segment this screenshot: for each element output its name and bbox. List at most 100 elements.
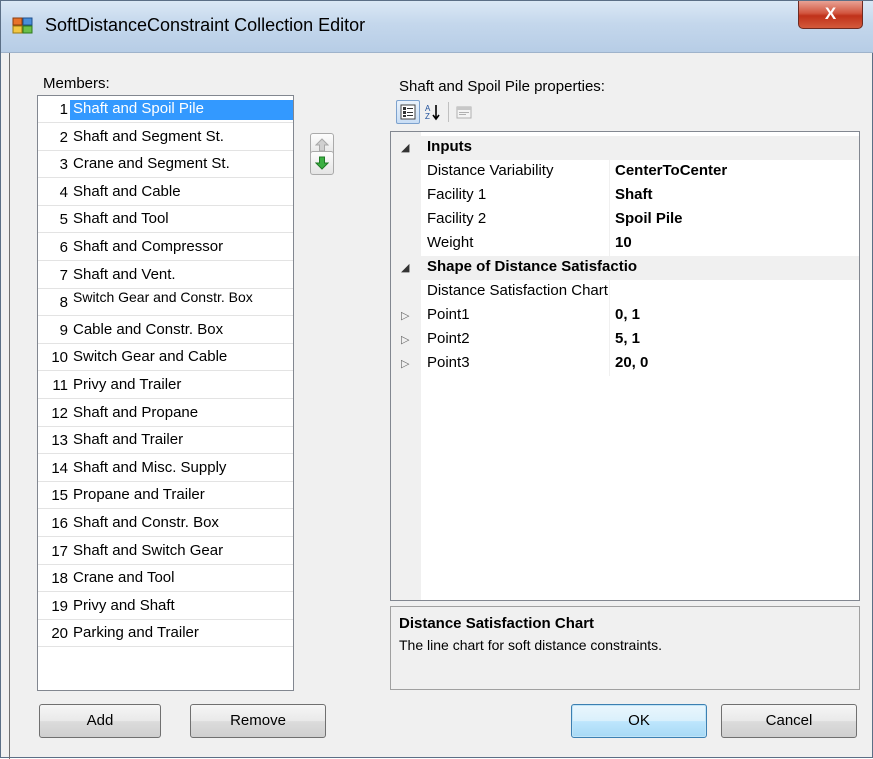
property-value[interactable]: 0, 1 [615, 306, 640, 323]
member-name: Shaft and Segment St. [73, 128, 224, 145]
member-list-item[interactable]: 20 Parking and Trailer [38, 620, 293, 647]
member-index: 3 [59, 156, 68, 173]
member-name: Shaft and Vent. [73, 266, 176, 283]
member-name: Crane and Tool [73, 569, 175, 586]
member-index: 7 [59, 267, 68, 284]
add-button[interactable]: Add [39, 704, 161, 738]
member-list-item[interactable]: 9 Cable and Constr. Box [38, 317, 293, 344]
column-divider[interactable] [609, 160, 610, 184]
member-index: 14 [51, 460, 68, 477]
arrow-up-icon [315, 138, 329, 152]
property-pages-button[interactable] [453, 100, 475, 124]
property-row[interactable]: Facility 1 Shaft [391, 184, 859, 208]
member-list-item[interactable]: 2 Shaft and Segment St. [38, 124, 293, 151]
member-list-item[interactable]: 15 Propane and Trailer [38, 482, 293, 509]
member-list-item[interactable]: 8 Switch Gear and Constr. Box [38, 289, 293, 316]
member-name: Shaft and Spoil Pile [70, 100, 293, 120]
arrow-down-icon [315, 156, 329, 170]
property-row[interactable]: Weight 10 [391, 232, 859, 256]
property-row[interactable]: Facility 2 Spoil Pile [391, 208, 859, 232]
property-value[interactable]: Shaft [615, 186, 653, 203]
member-list-item[interactable]: 4 Shaft and Cable [38, 179, 293, 206]
column-divider[interactable] [609, 208, 610, 232]
member-list-item[interactable]: 17 Shaft and Switch Gear [38, 538, 293, 565]
column-divider[interactable] [609, 352, 610, 376]
member-list-item[interactable]: 3 Crane and Segment St. [38, 151, 293, 178]
member-list-item[interactable]: 7 Shaft and Vent. [38, 262, 293, 289]
property-pages-icon [456, 106, 472, 119]
ok-button[interactable]: OK [571, 704, 707, 738]
help-panel: Distance Satisfaction Chart The line cha… [390, 606, 860, 690]
property-value[interactable]: 20, 0 [615, 354, 648, 371]
window-title: SoftDistanceConstraint Collection Editor [45, 15, 366, 35]
member-list-item[interactable]: 12 Shaft and Propane [38, 400, 293, 427]
expand-triangle-icon[interactable]: ▷ [401, 333, 409, 346]
property-category[interactable]: ◢ Shape of Distance Satisfaction [391, 256, 859, 280]
property-grid[interactable]: ◢ Inputs Distance Variability CenterToCente… [390, 131, 860, 601]
member-index: 9 [59, 322, 68, 339]
member-index: 16 [51, 515, 68, 532]
property-value[interactable]: Spoil Pile [615, 210, 683, 227]
property-name: Weight [427, 234, 474, 251]
members-list[interactable]: 1 Shaft and Spoil Pile 2 Shaft and Segment … [37, 95, 294, 691]
member-index: 20 [51, 625, 68, 642]
column-divider[interactable] [609, 304, 610, 328]
member-index: 18 [51, 570, 68, 587]
property-row[interactable]: ▷ Point3 20, 0 [391, 352, 859, 376]
member-name: Crane and Segment St. [73, 155, 230, 172]
column-divider[interactable] [609, 232, 610, 256]
member-list-item[interactable]: 18 Crane and Tool [38, 565, 293, 592]
member-index: 1 [59, 101, 68, 118]
property-category[interactable]: ◢ Inputs [391, 136, 859, 160]
alphabetical-icon: A Z [425, 104, 440, 121]
member-name: Propane and Trailer [73, 486, 205, 503]
property-row[interactable]: Distance Variability CenterToCenter [391, 160, 859, 184]
member-list-item[interactable]: 16 Shaft and Constr. Box [38, 510, 293, 537]
member-name: Shaft and Misc. Supply [73, 459, 227, 476]
property-value[interactable]: 10 [615, 234, 632, 251]
svg-text:Z: Z [425, 112, 430, 121]
title-bar[interactable]: SoftDistanceConstraint Collection Editor… [1, 1, 873, 53]
member-index: 8 [59, 294, 68, 311]
column-divider[interactable] [609, 184, 610, 208]
member-index: 13 [51, 432, 68, 449]
categorized-icon [400, 104, 416, 120]
member-name: Cable and Constr. Box [73, 321, 224, 338]
member-list-item[interactable]: 1 Shaft and Spoil Pile [38, 96, 293, 123]
move-down-button[interactable] [310, 151, 334, 175]
member-list-item[interactable]: 11 Privy and Trailer [38, 372, 293, 399]
property-row[interactable]: ▷ Point1 0, 1 [391, 304, 859, 328]
alphabetical-button[interactable]: A Z [422, 100, 444, 124]
column-divider[interactable] [609, 280, 610, 304]
member-index: 5 [59, 211, 68, 228]
column-divider[interactable] [609, 328, 610, 352]
member-list-item[interactable]: 19 Privy and Shaft [38, 593, 293, 620]
member-name: Switch Gear and Constr. Box [73, 291, 253, 305]
member-index: 12 [51, 405, 68, 422]
member-list-item[interactable]: 6 Shaft and Compressor [38, 234, 293, 261]
member-name: Shaft and Tool [73, 210, 169, 227]
remove-button[interactable]: Remove [190, 704, 326, 738]
category-name: Inputs [427, 138, 472, 155]
property-row[interactable]: Distance Satisfaction Chart [391, 280, 859, 304]
close-button[interactable]: X [798, 1, 863, 29]
member-name: Shaft and Switch Gear [73, 542, 224, 559]
member-list-item[interactable]: 14 Shaft and Misc. Supply [38, 455, 293, 482]
member-name: Parking and Trailer [73, 624, 199, 641]
expand-triangle-icon[interactable]: ▷ [401, 357, 409, 370]
collapse-triangle-icon[interactable]: ◢ [401, 261, 409, 274]
member-list-item[interactable]: 5 Shaft and Tool [38, 206, 293, 233]
property-value[interactable]: CenterToCenter [615, 162, 727, 179]
property-row[interactable]: ▷ Point2 5, 1 [391, 328, 859, 352]
property-value[interactable]: 5, 1 [615, 330, 640, 347]
property-name: Point1 [427, 306, 470, 323]
member-index: 2 [59, 129, 68, 146]
member-list-item[interactable]: 13 Shaft and Trailer [38, 427, 293, 454]
member-list-item[interactable]: 10 Switch Gear and Cable [38, 344, 293, 371]
member-index: 6 [59, 239, 68, 256]
categorized-button[interactable] [396, 100, 420, 124]
collapse-triangle-icon[interactable]: ◢ [401, 141, 409, 154]
expand-triangle-icon[interactable]: ▷ [401, 309, 409, 322]
cancel-button[interactable]: Cancel [721, 704, 857, 738]
member-index: 17 [51, 543, 68, 560]
